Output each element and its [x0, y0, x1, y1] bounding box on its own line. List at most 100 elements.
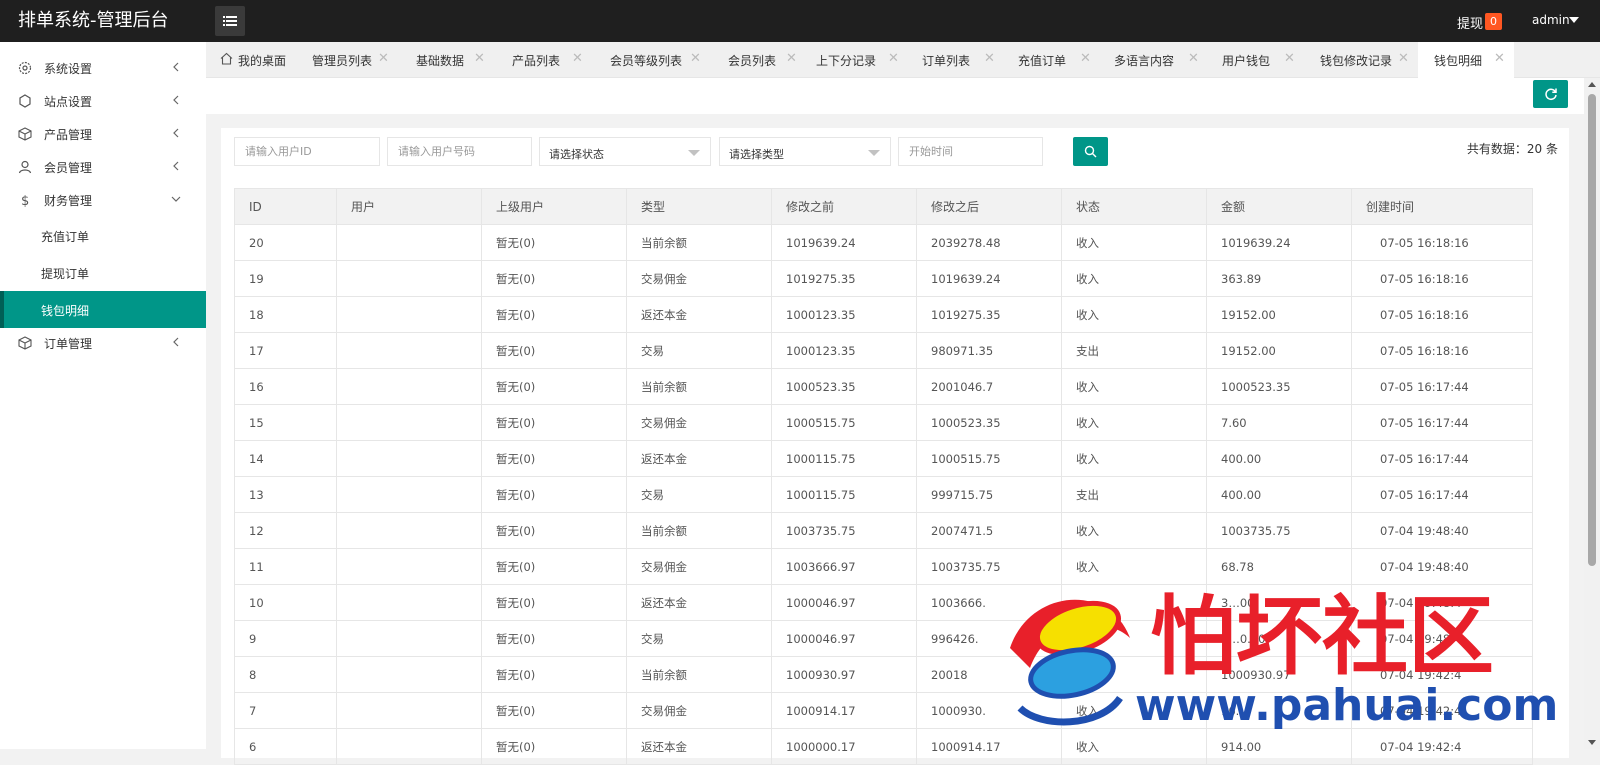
scrollbar[interactable]	[1584, 78, 1600, 749]
tab-base-data[interactable]: 基础数据 ✕	[398, 42, 494, 78]
scroll-up-arrow-icon[interactable]	[1588, 82, 1596, 87]
tab-my-desktop[interactable]: 我的桌面	[206, 42, 298, 78]
status-select-value: 请选择状态	[549, 148, 604, 161]
table-cell: 支出	[1061, 476, 1207, 513]
table-cell: 收入	[1061, 548, 1207, 585]
table-row[interactable]: 18 暂无(0) 返还本金 1000123.35 1019275.35 收入 19152.0…	[234, 296, 1533, 333]
menu-toggle-button[interactable]	[215, 6, 245, 36]
close-icon[interactable]: ✕	[1080, 51, 1091, 66]
scroll-down-arrow-icon[interactable]	[1588, 740, 1596, 745]
sidebar-subitem-wallet-details[interactable]: 钱包明细	[0, 291, 206, 328]
start-time-field[interactable]	[899, 138, 1042, 165]
table-cell: 07-04 19:42:4	[1351, 692, 1533, 729]
tab-wallet-edit-records[interactable]: 钱包修改记录 ✕	[1304, 42, 1418, 78]
table-cell: 1019639.24	[771, 224, 917, 261]
close-icon[interactable]: ✕	[1494, 51, 1505, 66]
close-icon[interactable]: ✕	[572, 51, 583, 66]
close-icon[interactable]: ✕	[690, 51, 701, 66]
column-header: 创建时间	[1351, 188, 1533, 225]
table-cell	[336, 296, 482, 333]
table-cell: 996426.	[916, 620, 1062, 657]
table-cell: 7	[234, 692, 337, 729]
table-cell: 支出	[1061, 620, 1207, 657]
tab-score-records[interactable]: 上下分记录 ✕	[806, 42, 908, 78]
user-id-field[interactable]	[235, 138, 379, 165]
table-cell: 1000115.75	[771, 476, 917, 513]
tab-multilang-content[interactable]: 多语言内容 ✕	[1100, 42, 1208, 78]
refresh-icon	[1544, 88, 1557, 101]
sidebar-subitem-recharge-orders[interactable]: 充值订单	[0, 217, 206, 254]
table-cell: 1000914.17	[916, 728, 1062, 765]
table-cell: 19152.00	[1206, 332, 1352, 369]
tab-member-level-list[interactable]: 会员等级列表 ✕	[592, 42, 710, 78]
table-row[interactable]: 19 暂无(0) 交易佣金 1019275.35 1019639.24 收入 363.89 0…	[234, 260, 1533, 297]
sidebar-item-order-management[interactable]: 订单管理	[0, 326, 206, 360]
table-cell: 07-05 16:17:44	[1351, 368, 1533, 405]
tab-label: 管理员列表	[312, 54, 373, 68]
table-cell: 1003735.75	[771, 512, 917, 549]
tab-order-list[interactable]: 订单列表 ✕	[908, 42, 1004, 78]
table-cell: 1000000.17	[771, 728, 917, 765]
caret-down-icon[interactable]	[1569, 17, 1579, 23]
tab-member-list[interactable]: 会员列表 ✕	[710, 42, 806, 78]
sidebar-item-member-management[interactable]: 会员管理	[0, 150, 206, 184]
tab-admin-list[interactable]: 管理员列表 ✕	[298, 42, 398, 78]
table-cell: 返还本金	[626, 440, 772, 477]
start-time-input[interactable]	[898, 137, 1043, 166]
table-cell: 暂无(0)	[481, 728, 627, 765]
table-row[interactable]: 16 暂无(0) 当前余额 1000523.35 2001046.7 收入 1000523.…	[234, 368, 1533, 405]
table-cell: 07-05 16:18:16	[1351, 332, 1533, 369]
table-cell: 1000523.35	[1206, 368, 1352, 405]
table-cell: 收入	[1061, 440, 1207, 477]
table-cell: 400.00	[1206, 476, 1352, 513]
table-row[interactable]: 6 暂无(0) 返还本金 1000000.17 1000914.17 收入 914.00 07…	[234, 728, 1533, 765]
table-row[interactable]: 10 暂无(0) 返还本金 1000046.97 1003666. 3…00 07-04 1…	[234, 584, 1533, 621]
table-cell: 当前余额	[626, 656, 772, 693]
tab-product-list[interactable]: 产品列表 ✕	[494, 42, 592, 78]
table-cell: 17	[234, 332, 337, 369]
table-cell: 1000123.35	[771, 296, 917, 333]
withdraw-link[interactable]: 提现	[1457, 13, 1483, 32]
close-icon[interactable]: ✕	[786, 51, 797, 66]
table-row[interactable]: 14 暂无(0) 返还本金 1000115.75 1000515.75 收入 400.00 0…	[234, 440, 1533, 477]
table-cell	[336, 260, 482, 297]
table-cell: 1000123.35	[771, 332, 917, 369]
table-row[interactable]: 11 暂无(0) 交易佣金 1003666.97 1003735.75 收入 68.78 07…	[234, 548, 1533, 585]
user-menu[interactable]: admin	[1532, 13, 1570, 27]
status-select[interactable]: 请选择状态	[539, 137, 711, 166]
close-icon[interactable]: ✕	[1284, 51, 1295, 66]
sidebar-subitem-withdraw-orders[interactable]: 提现订单	[0, 254, 206, 291]
close-icon[interactable]: ✕	[888, 51, 899, 66]
sidebar-item-system-settings[interactable]: 系统设置	[0, 51, 206, 85]
tab-wallet-details[interactable]: 钱包明细 ✕	[1418, 42, 1514, 78]
scrollbar-thumb[interactable]	[1588, 94, 1596, 566]
table-row[interactable]: 7 暂无(0) 交易佣金 1000914.17 1000930. 收入 16. 07-04 1…	[234, 692, 1533, 729]
table-row[interactable]: 12 暂无(0) 当前余额 1003735.75 2007471.5 收入 1003735.…	[234, 512, 1533, 549]
table-row[interactable]: 17 暂无(0) 交易 1000123.35 980971.35 支出 19152.00 07…	[234, 332, 1533, 369]
table-row[interactable]: 13 暂无(0) 交易 1000115.75 999715.75 支出 400.00 07-0…	[234, 476, 1533, 513]
table-cell: 暂无(0)	[481, 332, 627, 369]
search-button[interactable]	[1073, 137, 1108, 166]
close-icon[interactable]: ✕	[378, 51, 389, 66]
user-phone-field[interactable]	[388, 138, 531, 165]
table-row[interactable]: 9 暂无(0) 交易 1000046.97 996426. 支出 3…0.00 07-04 1…	[234, 620, 1533, 657]
table-cell: 2039278.48	[916, 224, 1062, 261]
close-icon[interactable]: ✕	[984, 51, 995, 66]
table-row[interactable]: 8 暂无(0) 当前余额 1000930.97 20018 1000930.97 07-04…	[234, 656, 1533, 693]
close-icon[interactable]: ✕	[1188, 51, 1199, 66]
close-icon[interactable]: ✕	[474, 51, 485, 66]
tab-user-wallet[interactable]: 用户钱包 ✕	[1208, 42, 1304, 78]
close-icon[interactable]: ✕	[1398, 51, 1409, 66]
user-id-input[interactable]	[234, 137, 380, 166]
sidebar-item-site-settings[interactable]: 站点设置	[0, 84, 206, 118]
table-cell: 交易佣金	[626, 692, 772, 729]
table-row[interactable]: 20 暂无(0) 当前余额 1019639.24 2039278.48 收入 1019639…	[234, 224, 1533, 261]
refresh-button[interactable]	[1533, 80, 1568, 108]
user-phone-input[interactable]	[387, 137, 532, 166]
tab-recharge-orders[interactable]: 充值订单 ✕	[1004, 42, 1100, 78]
sidebar-item-product-management[interactable]: 产品管理	[0, 117, 206, 151]
table-row[interactable]: 15 暂无(0) 交易佣金 1000515.75 1000523.35 收入 7.60 07-…	[234, 404, 1533, 441]
tab-label: 订单列表	[922, 54, 971, 68]
sidebar-item-finance-management[interactable]: $ 财务管理	[0, 183, 206, 217]
type-select[interactable]: 请选择类型	[719, 137, 891, 166]
